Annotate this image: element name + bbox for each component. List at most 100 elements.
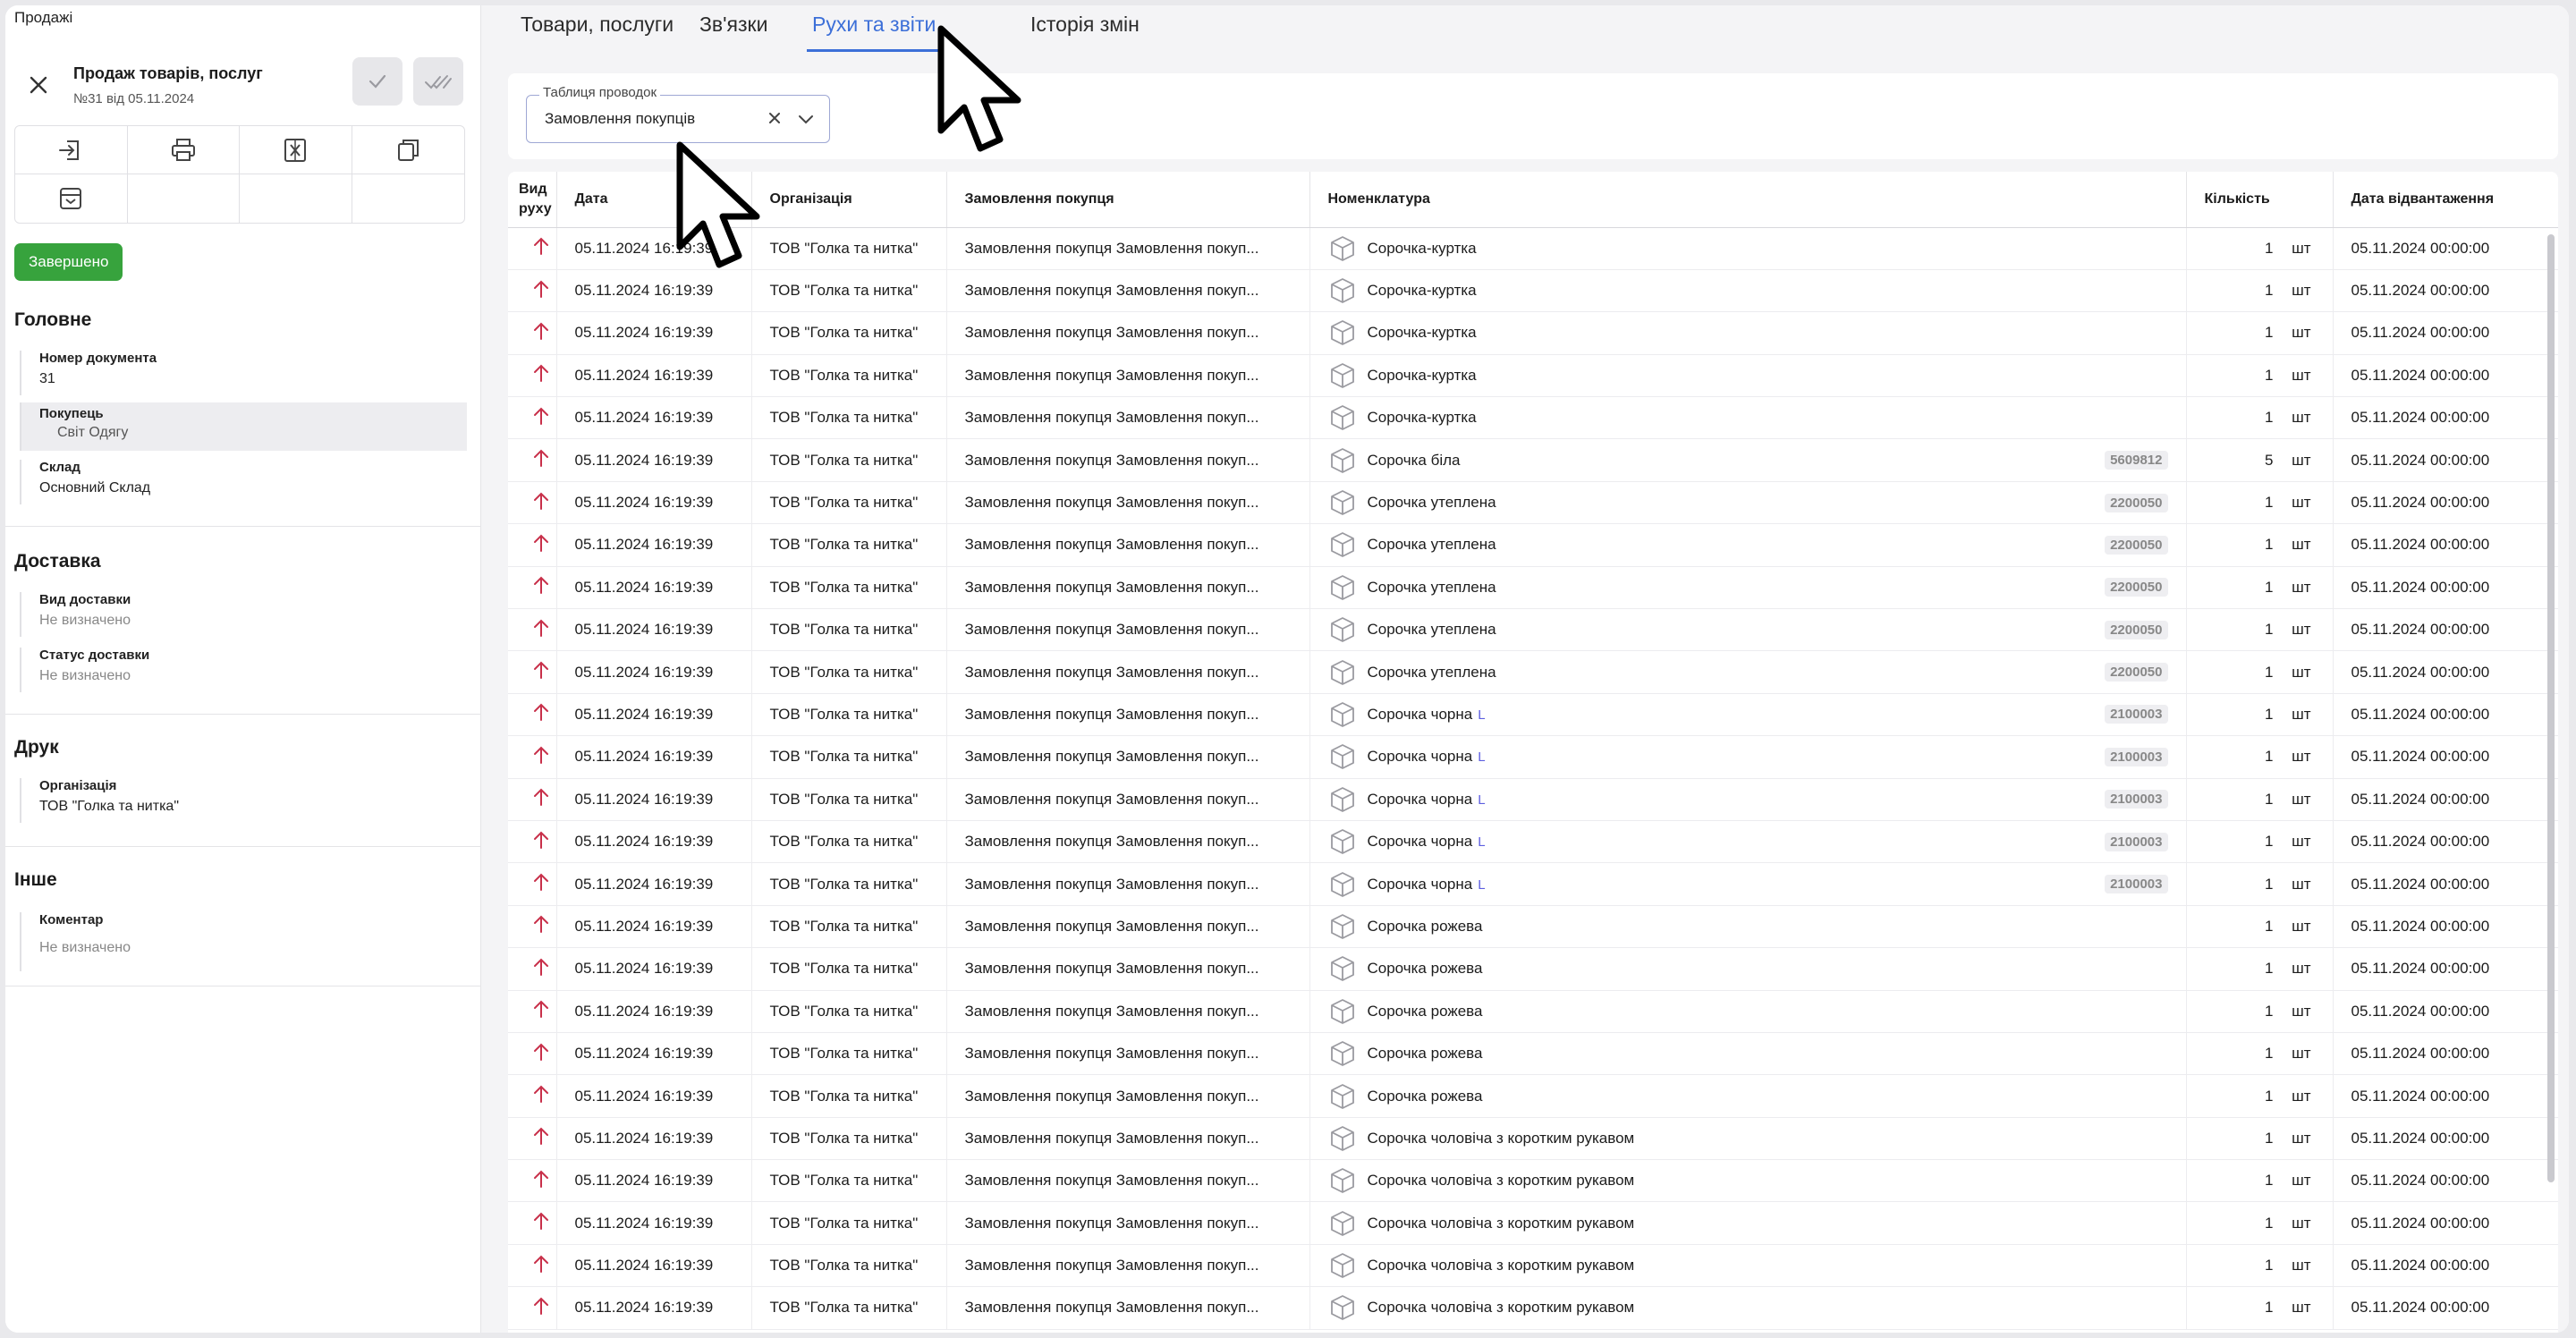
table-row[interactable]: 05.11.2024 16:19:39 ТОВ "Голка та нитка" З… [508, 608, 2558, 652]
table-row[interactable]: 05.11.2024 16:19:39 ТОВ "Голка та нитка" З… [508, 311, 2558, 355]
table-row[interactable]: 05.11.2024 16:19:39 ТОВ "Голка та нитка" З… [508, 862, 2558, 906]
column-header-movement-type[interactable]: Вид руху [508, 172, 557, 228]
table-row[interactable]: 05.11.2024 16:19:39 ТОВ "Голка та нитка" З… [508, 650, 2558, 694]
buyer-field[interactable]: Покупець Світ Одягу [20, 402, 467, 451]
print-button[interactable] [127, 126, 240, 174]
customer-order-cell[interactable]: Замовлення покупця Замовлення покуп... [946, 905, 1310, 949]
nomenclature-cell[interactable]: Сорочка чорна L 2100003 [1309, 862, 2187, 906]
table-row[interactable]: 05.11.2024 16:19:39 ТОВ "Голка та нитка" З… [508, 354, 2558, 398]
nomenclature-cell[interactable]: Сорочка утеплена 2200050 [1309, 481, 2187, 525]
table-row[interactable]: 05.11.2024 16:19:39 ТОВ "Голка та нитка" З… [508, 693, 2558, 737]
customer-order-cell[interactable]: Замовлення покупця Замовлення покуп... [946, 862, 1310, 906]
warehouse-field[interactable]: Склад Основний Склад [20, 460, 467, 504]
customer-order-cell[interactable]: Замовлення покупця Замовлення покуп... [946, 354, 1310, 398]
table-row[interactable]: 05.11.2024 16:19:39 ТОВ "Голка та нитка" З… [508, 1117, 2558, 1161]
table-row[interactable]: 05.11.2024 16:19:39 ТОВ "Голка та нитка" З… [508, 778, 2558, 821]
table-row[interactable]: 05.11.2024 16:19:39 ТОВ "Голка та нитка" З… [508, 269, 2558, 313]
customer-order-cell[interactable]: Замовлення покупця Замовлення покуп... [946, 650, 1310, 694]
table-row[interactable]: 05.11.2024 16:19:39 ТОВ "Голка та нитка" З… [508, 227, 2558, 270]
table-row[interactable]: 05.11.2024 16:19:39 ТОВ "Голка та нитка" З… [508, 1286, 2558, 1330]
customer-order-cell[interactable]: Замовлення покупця Замовлення покуп... [946, 1201, 1310, 1245]
customer-order-cell[interactable]: Замовлення покупця Замовлення покуп... [946, 438, 1310, 482]
tab-movements-reports[interactable]: Рухи та звіти [807, 13, 942, 52]
nomenclature-cell[interactable]: Сорочка утеплена 2200050 [1309, 566, 2187, 610]
postings-table-select[interactable]: Таблиця проводок Замовлення покупців [526, 85, 830, 143]
nomenclature-cell[interactable]: Сорочка-куртка [1309, 311, 2187, 355]
table-row[interactable]: 05.11.2024 16:19:39 ТОВ "Голка та нитка" З… [508, 735, 2558, 779]
tab-goods-services[interactable]: Товари, послуги [521, 13, 674, 49]
section-main-title[interactable]: Головне [14, 309, 91, 331]
breadcrumb[interactable]: Продажі [14, 9, 72, 27]
customer-order-cell[interactable]: Замовлення покупця Замовлення покуп... [946, 608, 1310, 652]
table-row[interactable]: 05.11.2024 16:19:39 ТОВ "Голка та нитка" З… [508, 566, 2558, 610]
customer-order-cell[interactable]: Замовлення покупця Замовлення покуп... [946, 1286, 1310, 1330]
table-row[interactable]: 05.11.2024 16:19:39 ТОВ "Голка та нитка" З… [508, 947, 2558, 991]
customer-order-cell[interactable]: Замовлення покупця Замовлення покуп... [946, 947, 1310, 991]
nomenclature-cell[interactable]: Сорочка-куртка [1309, 269, 2187, 313]
column-header-nomenclature[interactable]: Номенклатура [1309, 172, 2187, 228]
nomenclature-cell[interactable]: Сорочка чоловіча з коротким рукавом [1309, 1286, 2187, 1330]
comment-field[interactable]: Коментар Не визначено [20, 912, 467, 971]
nomenclature-cell[interactable]: Сорочка чорна L 2100003 [1309, 778, 2187, 821]
nomenclature-cell[interactable]: Сорочка чорна L 2100003 [1309, 820, 2187, 864]
nomenclature-cell[interactable]: Сорочка рожева [1309, 1074, 2187, 1118]
customer-order-cell[interactable]: Замовлення покупця Замовлення покуп... [946, 1074, 1310, 1118]
nomenclature-cell[interactable]: Сорочка біла 5609812 [1309, 438, 2187, 482]
nomenclature-cell[interactable]: Сорочка чоловіча з коротким рукавом [1309, 1244, 2187, 1288]
nomenclature-cell[interactable]: Сорочка-куртка [1309, 396, 2187, 440]
column-header-shipment-date[interactable]: Дата відвантаження [2333, 172, 2558, 228]
customer-order-cell[interactable]: Замовлення покупця Замовлення покуп... [946, 1159, 1310, 1203]
customer-order-cell[interactable]: Замовлення покупця Замовлення покуп... [946, 566, 1310, 610]
section-delivery-title[interactable]: Доставка [14, 551, 101, 572]
nomenclature-cell[interactable]: Сорочка утеплена 2200050 [1309, 608, 2187, 652]
customer-order-cell[interactable]: Замовлення покупця Замовлення покуп... [946, 523, 1310, 567]
nomenclature-cell[interactable]: Сорочка чорна L 2100003 [1309, 735, 2187, 779]
customer-order-cell[interactable]: Замовлення покупця Замовлення покуп... [946, 693, 1310, 737]
nomenclature-cell[interactable]: Сорочка чоловіча з коротким рукавом [1309, 1117, 2187, 1161]
post-button[interactable] [352, 57, 402, 106]
column-header-organization[interactable]: Організація [751, 172, 947, 228]
nomenclature-cell[interactable]: Сорочка рожева [1309, 947, 2187, 991]
nomenclature-cell[interactable]: Сорочка рожева [1309, 1032, 2187, 1076]
table-row[interactable]: 05.11.2024 16:19:39 ТОВ "Голка та нитка" З… [508, 1244, 2558, 1288]
nomenclature-cell[interactable]: Сорочка-куртка [1309, 354, 2187, 398]
section-print-title[interactable]: Друк [14, 737, 59, 758]
table-scrollbar[interactable] [2547, 234, 2555, 1182]
table-row[interactable]: 05.11.2024 16:19:39 ТОВ "Голка та нитка" З… [508, 1074, 2558, 1118]
excel-export-button[interactable] [240, 126, 352, 174]
table-row[interactable]: 05.11.2024 16:19:39 ТОВ "Голка та нитка" З… [508, 820, 2558, 864]
table-row[interactable]: 05.11.2024 16:19:39 ТОВ "Голка та нитка" З… [508, 481, 2558, 525]
customer-order-cell[interactable]: Замовлення покупця Замовлення покуп... [946, 269, 1310, 313]
customer-order-cell[interactable]: Замовлення покупця Замовлення покуп... [946, 396, 1310, 440]
nomenclature-cell[interactable]: Сорочка рожева [1309, 990, 2187, 1033]
customer-order-cell[interactable]: Замовлення покупця Замовлення покуп... [946, 1244, 1310, 1288]
post-and-close-button[interactable] [413, 57, 463, 106]
clear-icon[interactable] [765, 108, 784, 128]
archive-button[interactable] [15, 174, 128, 223]
customer-order-cell[interactable]: Замовлення покупця Замовлення покуп... [946, 820, 1310, 864]
customer-order-cell[interactable]: Замовлення покупця Замовлення покуп... [946, 735, 1310, 779]
tab-change-history[interactable]: Історія змін [1030, 13, 1140, 49]
chevron-down-icon[interactable] [795, 108, 817, 130]
print-org-field[interactable]: Організація ТОВ "Голка та нитка" [20, 778, 467, 823]
delivery-type-field[interactable]: Вид доставки Не визначено [20, 592, 467, 637]
table-row[interactable]: 05.11.2024 16:19:39 ТОВ "Голка та нитка" З… [508, 438, 2558, 482]
close-icon[interactable] [25, 72, 52, 98]
copy-button[interactable] [352, 126, 464, 174]
doc-number-field[interactable]: Номер документа 31 [20, 351, 467, 395]
table-row[interactable]: 05.11.2024 16:19:39 ТОВ "Голка та нитка" З… [508, 1032, 2558, 1076]
column-header-quantity[interactable]: Кількість [2186, 172, 2334, 228]
nomenclature-cell[interactable]: Сорочка утеплена 2200050 [1309, 650, 2187, 694]
table-row[interactable]: 05.11.2024 16:19:39 ТОВ "Голка та нитка" З… [508, 1159, 2558, 1203]
section-other-title[interactable]: Інше [14, 869, 57, 891]
table-row[interactable]: 05.11.2024 16:19:39 ТОВ "Голка та нитка" З… [508, 990, 2558, 1033]
nomenclature-cell[interactable]: Сорочка-куртка [1309, 227, 2187, 270]
tab-links[interactable]: Зв'язки [699, 13, 767, 49]
nomenclature-cell[interactable]: Сорочка утеплена 2200050 [1309, 523, 2187, 567]
customer-order-cell[interactable]: Замовлення покупця Замовлення покуп... [946, 481, 1310, 525]
import-button[interactable] [15, 126, 128, 174]
customer-order-cell[interactable]: Замовлення покупця Замовлення покуп... [946, 778, 1310, 821]
delivery-status-field[interactable]: Статус доставки Не визначено [20, 648, 467, 692]
table-row[interactable]: 05.11.2024 16:19:39 ТОВ "Голка та нитка" З… [508, 396, 2558, 440]
nomenclature-cell[interactable]: Сорочка рожева [1309, 905, 2187, 949]
